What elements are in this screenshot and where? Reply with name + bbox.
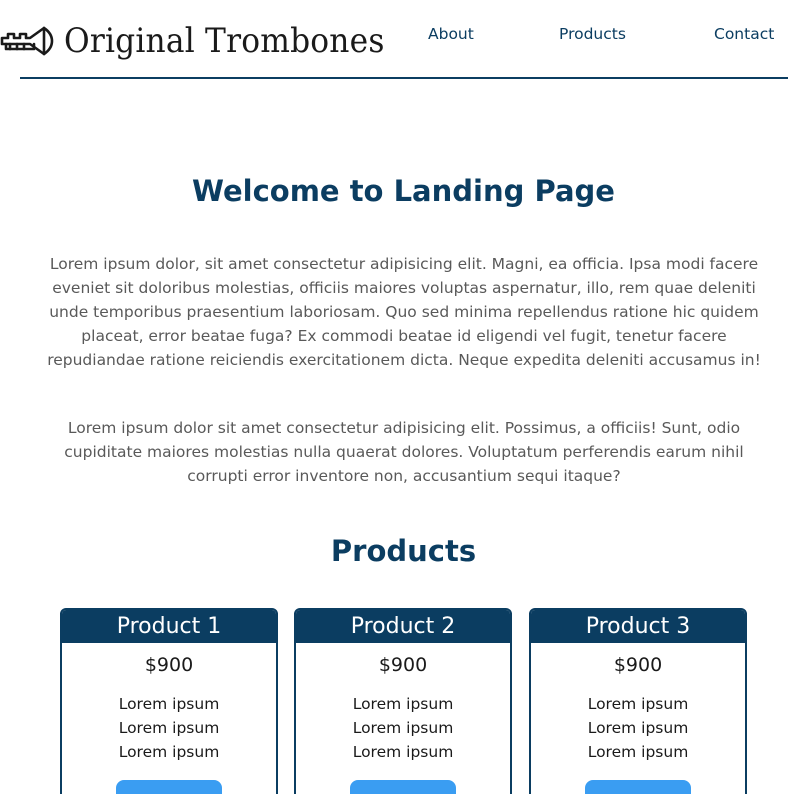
feature-item: Lorem ipsum [587, 695, 689, 713]
feature-list: Lorem ipsum Lorem ipsum Lorem ipsum [296, 692, 510, 764]
main-nav: About Products Contact [0, 25, 807, 49]
product-card: Product 2 $900 Lorem ipsum Lorem ipsum L… [294, 608, 512, 794]
nav-link-about[interactable]: About [428, 25, 474, 43]
header-divider [20, 77, 788, 79]
page-title: Welcome to Landing Page [192, 174, 615, 208]
product-card: Product 3 $900 Lorem ipsum Lorem ipsum L… [529, 608, 747, 794]
product-name: Product 2 [296, 610, 510, 643]
intro-paragraph-2: Lorem ipsum dolor sit amet consectetur a… [64, 419, 744, 485]
feature-item: Lorem ipsum [587, 743, 689, 761]
feature-item: Lorem ipsum [118, 743, 220, 761]
feature-list: Lorem ipsum Lorem ipsum Lorem ipsum [62, 692, 276, 764]
nav-link-products[interactable]: Products [559, 25, 626, 43]
product-price: $900 [378, 654, 428, 676]
intro-paragraph-1: Lorem ipsum dolor, sit amet consectetur … [47, 255, 761, 369]
feature-item: Lorem ipsum [118, 695, 220, 713]
nav-link-contact[interactable]: Contact [714, 25, 774, 43]
feature-item: Lorem ipsum [352, 695, 454, 713]
product-price: $900 [144, 654, 194, 676]
products-heading: Products [330, 534, 477, 568]
feature-item: Lorem ipsum [587, 719, 689, 737]
site-header: Original Trombones About Products Contac… [0, 0, 807, 80]
product-buy-button[interactable] [585, 780, 691, 794]
product-price: $900 [613, 654, 663, 676]
product-name: Product 3 [531, 610, 745, 643]
feature-item: Lorem ipsum [118, 719, 220, 737]
feature-list: Lorem ipsum Lorem ipsum Lorem ipsum [531, 692, 745, 764]
feature-item: Lorem ipsum [352, 719, 454, 737]
product-name: Product 1 [62, 610, 276, 643]
product-buy-button[interactable] [350, 780, 456, 794]
feature-item: Lorem ipsum [352, 743, 454, 761]
product-buy-button[interactable] [116, 780, 222, 794]
product-card: Product 1 $900 Lorem ipsum Lorem ipsum L… [60, 608, 278, 794]
